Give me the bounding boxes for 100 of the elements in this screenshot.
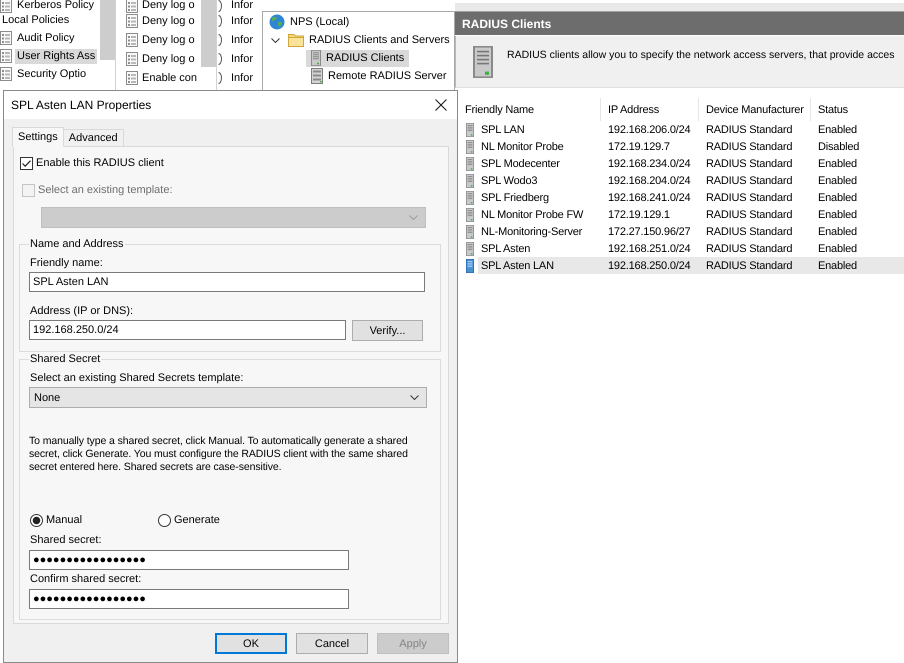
- server-icon: [311, 50, 321, 66]
- server-icon: [466, 156, 474, 170]
- table-cell: SPL LAN: [481, 122, 524, 136]
- document-icon: [126, 32, 138, 46]
- table-cell-text: 172.19.129.7: [607, 140, 671, 154]
- tree-item[interactable]: Audit Policy: [15, 30, 76, 46]
- table-cell: SPL Asten: [481, 242, 530, 256]
- table-cell-text: Enabled: [817, 242, 858, 256]
- table-row[interactable]: SPL Asten 192.168.251.0/24 RADIUS Standard Enabled: [460, 240, 904, 257]
- table-cell: Infor: [231, 0, 254, 11]
- table-row[interactable]: NL Monitor Probe FW 172.19.129.1 RADIUS Standard Enabled: [460, 206, 904, 223]
- server-icon: [466, 242, 474, 256]
- folder-icon: [288, 33, 304, 47]
- scrollbar-thumb[interactable]: [100, 0, 115, 60]
- server-icon: [466, 140, 474, 154]
- description-text: RADIUS clients allow you to specify the network access servers, that provide acces: [507, 49, 894, 62]
- dialog-button[interactable]: OK: [215, 633, 287, 654]
- table-row[interactable]: NL Monitor Probe 172.19.129.7 RADIUS Standard Disabled: [460, 138, 904, 155]
- checkbox-label: Enable this RADIUS client: [36, 157, 164, 170]
- window-title: SPL Asten LAN Properties: [11, 98, 152, 112]
- table-cell: Infor: [231, 14, 254, 28]
- server-icon: [473, 46, 493, 78]
- list-item[interactable]: Deny log o: [142, 32, 195, 46]
- server-icon: [466, 258, 474, 272]
- tree-item[interactable]: Remote RADIUS Server: [306, 68, 452, 84]
- table-cell-text: 192.168.204.0/24: [607, 174, 692, 188]
- document-icon: [126, 70, 138, 84]
- panel-title: RADIUS Clients: [455, 12, 904, 36]
- table-cell-text: RADIUS Standard: [705, 174, 794, 188]
- table-cell: NL-Monitoring-Server: [481, 224, 582, 238]
- radio-button[interactable]: [30, 514, 43, 527]
- table-cell-text: RADIUS Standard: [705, 258, 794, 272]
- field-label: Confirm shared secret:: [29, 573, 142, 586]
- server-rack-icon: [311, 68, 323, 84]
- tab[interactable]: Advanced: [64, 129, 124, 146]
- document-icon: [126, 52, 138, 66]
- table-cell: SPL Modecenter: [481, 156, 560, 170]
- table-cell-text: Enabled: [817, 190, 858, 204]
- table-cell-text: 192.168.234.0/24: [607, 156, 692, 170]
- close-icon[interactable]: [435, 99, 447, 111]
- table-cell-text: Enabled: [817, 258, 858, 272]
- verify-button[interactable]: Verify...: [352, 320, 423, 341]
- chevron-down-icon[interactable]: [271, 38, 280, 42]
- table-row[interactable]: NL-Monitoring-Server 172.27.150.96/27 RADIUS Standard Enabled: [460, 223, 904, 240]
- table-cell-text: 172.19.129.1: [607, 208, 671, 222]
- table-cell-text: RADIUS Standard: [705, 140, 794, 154]
- text-field[interactable]: 192.168.250.0/24: [29, 320, 346, 340]
- tree-item[interactable]: Local Policies: [0, 12, 72, 28]
- radio-button[interactable]: [158, 514, 171, 527]
- tree-item[interactable]: Kerberos Policy: [15, 0, 96, 11]
- table-cell-text: Enabled: [817, 122, 858, 136]
- chevron-down-icon: [410, 395, 419, 400]
- table-cell-text: 192.168.251.0/24: [607, 242, 692, 256]
- tab[interactable]: Settings: [12, 127, 64, 147]
- column-header[interactable]: Status: [811, 98, 904, 121]
- tree-item[interactable]: NPS (Local): [264, 14, 354, 30]
- globe-icon: [269, 14, 285, 30]
- help-text: To manually type a shared secret, click Manual. To automatically generate a shared secret, click Generate. You must configure the RADIUS client with the same shared secret entered here. Shared secrets are case-sensitive.: [29, 435, 409, 475]
- column-header[interactable]: Device Manufacturer: [699, 98, 811, 121]
- checkbox-label: Select an existing template:: [38, 184, 173, 197]
- server-icon: [466, 224, 474, 238]
- list-item[interactable]: Enable con: [142, 70, 198, 84]
- scrollbar-thumb[interactable]: [201, 0, 216, 67]
- field-label: Friendly name:: [29, 257, 104, 270]
- table-cell: SPL Friedberg: [481, 190, 549, 204]
- table-cell-text: RADIUS Standard: [705, 122, 794, 136]
- list-item[interactable]: Deny log o: [142, 52, 195, 66]
- table-cell-text: 192.168.250.0/24: [607, 258, 692, 272]
- column-header[interactable]: Friendly Name: [460, 98, 601, 121]
- check-icon: [22, 160, 31, 167]
- template-dropdown[interactable]: None: [29, 387, 427, 408]
- table-cell: Infor: [231, 52, 254, 66]
- table-cell-text: Disabled: [817, 140, 860, 154]
- server-icon: [466, 190, 474, 204]
- dialog-button[interactable]: Cancel: [296, 633, 368, 654]
- list-item[interactable]: Deny log o: [142, 14, 195, 28]
- tree-item[interactable]: RADIUS Clients: [306, 50, 410, 66]
- checkbox[interactable]: [20, 157, 33, 170]
- table-row[interactable]: SPL LAN 192.168.206.0/24 RADIUS Standard Enabled: [460, 121, 904, 138]
- document-icon: [126, 14, 138, 28]
- table-cell: Infor: [231, 32, 254, 46]
- password-field[interactable]: ●●●●●●●●●●●●●●●●●: [29, 589, 349, 609]
- radio-label: Manual: [46, 514, 82, 527]
- table-cell-text: Enabled: [817, 174, 858, 188]
- tree-item[interactable]: RADIUS Clients and Servers: [283, 32, 455, 48]
- table-cell-text: 192.168.241.0/24: [607, 190, 692, 204]
- list-item[interactable]: Deny log o: [142, 0, 195, 11]
- table-row[interactable]: SPL Friedberg 192.168.241.0/24 RADIUS Standard Enabled: [460, 189, 904, 206]
- server-icon: [466, 122, 474, 136]
- table-cell-text: RADIUS Standard: [705, 156, 794, 170]
- column-header[interactable]: IP Address: [601, 98, 699, 121]
- tree-item[interactable]: User Rights Ass: [15, 48, 98, 64]
- server-icon: [466, 174, 474, 188]
- field-label: Address (IP or DNS):: [29, 305, 134, 318]
- tree-item[interactable]: Security Optio: [15, 66, 88, 82]
- table-row[interactable]: SPL Modecenter 192.168.234.0/24 RADIUS Standard Enabled: [460, 155, 904, 172]
- text-field[interactable]: SPL Asten LAN: [29, 272, 425, 292]
- table-row[interactable]: SPL Wodo3 192.168.204.0/24 RADIUS Standard Enabled: [460, 172, 904, 189]
- password-field[interactable]: ●●●●●●●●●●●●●●●●●: [29, 550, 349, 570]
- group-label: Name and Address: [29, 238, 125, 251]
